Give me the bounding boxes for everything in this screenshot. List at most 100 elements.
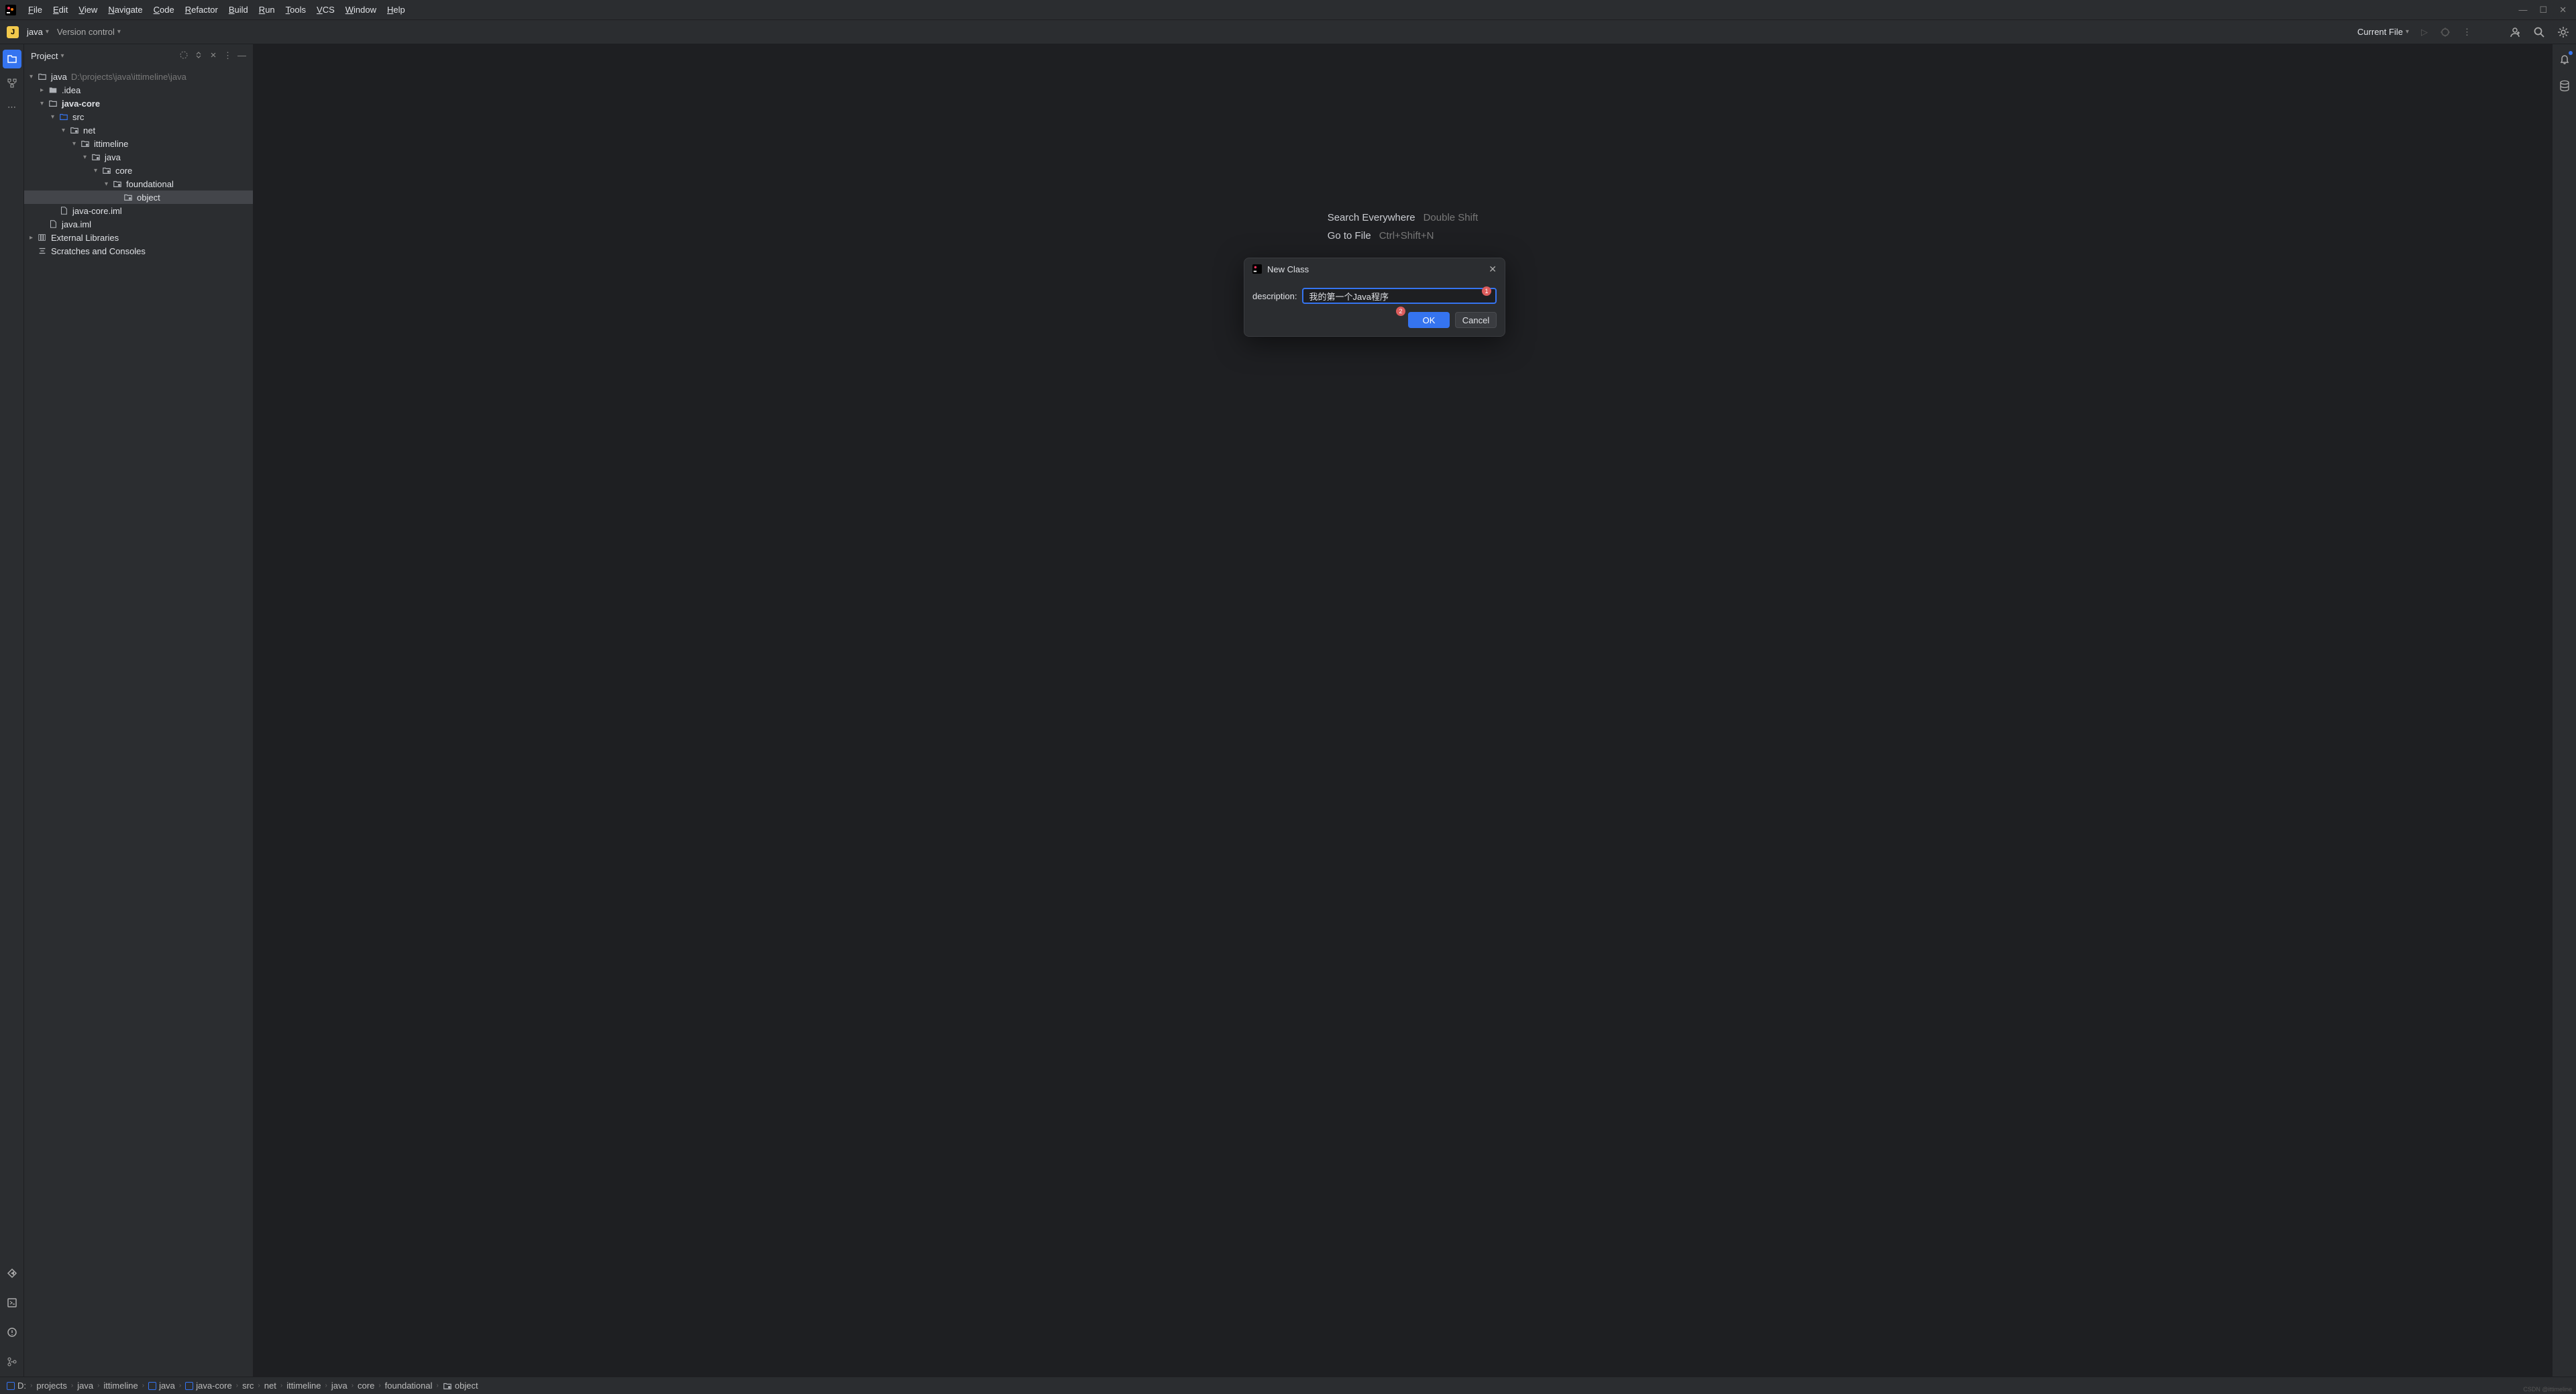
tree-arrow-icon[interactable]: ▸: [30, 234, 38, 242]
tree-item-src[interactable]: ▾src: [24, 110, 253, 123]
tree-item-java[interactable]: ▾javaD:\projects\java\ittimeline\java: [24, 70, 253, 83]
project-sidebar: Project ▾ ⋮ — ▾javaD:\projects\java\itti…: [24, 44, 254, 1377]
tree-arrow-icon[interactable]: ▸: [40, 87, 48, 94]
database-icon[interactable]: [2555, 76, 2574, 95]
tree-arrow-icon[interactable]: ▾: [105, 180, 113, 188]
chevron-down-icon: ▾: [46, 28, 49, 36]
breadcrumb-item[interactable]: net: [264, 1381, 276, 1391]
breadcrumb-item[interactable]: java: [148, 1381, 175, 1391]
hide-sidebar-icon[interactable]: —: [237, 50, 246, 61]
ok-button[interactable]: OK: [1408, 312, 1450, 328]
services-tool-button[interactable]: [3, 1264, 21, 1283]
breadcrumb-item[interactable]: java-core: [185, 1381, 231, 1391]
vcs-tool-button[interactable]: [3, 1352, 21, 1371]
menu-window[interactable]: Window: [340, 2, 382, 17]
tree-item-object[interactable]: object: [24, 191, 253, 204]
dialog-close-icon[interactable]: ✕: [1489, 264, 1497, 275]
settings-icon[interactable]: [2557, 26, 2569, 38]
problems-tool-button[interactable]: [3, 1323, 21, 1342]
chevron-right-icon: ›: [97, 1382, 99, 1389]
breadcrumb-item[interactable]: D:: [7, 1381, 26, 1391]
collapse-all-icon[interactable]: [209, 50, 218, 61]
menu-run[interactable]: Run: [254, 2, 280, 17]
tree-item-label: net: [83, 125, 95, 136]
sidebar-more-icon[interactable]: ⋮: [223, 50, 232, 61]
editor-area: Search Everywhere Double Shift Go to Fil…: [254, 44, 2552, 1377]
tree-item-core[interactable]: ▾core: [24, 164, 253, 177]
breadcrumb-item[interactable]: ittimeline: [103, 1381, 138, 1391]
search-icon[interactable]: [2533, 26, 2545, 38]
tree-item-java[interactable]: ▾java: [24, 150, 253, 164]
minimize-icon[interactable]: —: [2518, 5, 2527, 15]
menu-help[interactable]: Help: [382, 2, 411, 17]
tree-arrow-icon[interactable]: ▾: [51, 113, 59, 121]
version-control-button[interactable]: Version control ▾: [57, 27, 121, 37]
breadcrumb-label: projects: [36, 1381, 67, 1391]
tree-arrow-icon[interactable]: ▾: [62, 127, 70, 134]
breadcrumb-item[interactable]: object: [443, 1381, 478, 1391]
breadcrumb-label: net: [264, 1381, 276, 1391]
chevron-right-icon: ›: [258, 1382, 260, 1389]
terminal-tool-button[interactable]: [3, 1293, 21, 1312]
menu-view[interactable]: View: [73, 2, 103, 17]
tree-item-External Libraries[interactable]: ▸External Libraries: [24, 231, 253, 244]
module-icon: [148, 1382, 156, 1390]
menu-file[interactable]: File: [23, 2, 48, 17]
code-with-me-icon[interactable]: [2509, 26, 2521, 38]
expand-all-icon[interactable]: [194, 50, 203, 61]
tree-item-.idea[interactable]: ▸.idea: [24, 83, 253, 97]
tree-item-java-core.iml[interactable]: java-core.iml: [24, 204, 253, 217]
breadcrumb-item[interactable]: core: [358, 1381, 374, 1391]
maximize-icon[interactable]: ☐: [2539, 5, 2547, 15]
breadcrumb-item[interactable]: java: [77, 1381, 93, 1391]
breadcrumb-item[interactable]: java: [331, 1381, 347, 1391]
project-tree[interactable]: ▾javaD:\projects\java\ittimeline\java▸.i…: [24, 67, 253, 1377]
menu-tools[interactable]: Tools: [280, 2, 311, 17]
run-config-selector[interactable]: Current File ▾: [2357, 27, 2409, 37]
tree-arrow-icon[interactable]: ▾: [83, 154, 91, 161]
chevron-right-icon: ›: [179, 1382, 181, 1389]
tree-item-label: foundational: [126, 179, 174, 189]
breadcrumb-item[interactable]: projects: [36, 1381, 67, 1391]
debug-icon[interactable]: [2440, 27, 2451, 38]
run-icon[interactable]: ▷: [2421, 27, 2428, 38]
menu-vcs[interactable]: VCS: [311, 2, 340, 17]
breadcrumb-item[interactable]: foundational: [385, 1381, 433, 1391]
cancel-button[interactable]: Cancel: [1455, 312, 1497, 328]
project-tool-button[interactable]: [3, 50, 21, 68]
more-tool-button[interactable]: ⋯: [3, 98, 21, 117]
tree-item-Scratches and Consoles[interactable]: Scratches and Consoles: [24, 244, 253, 258]
tree-arrow-icon[interactable]: ▾: [94, 167, 102, 174]
breadcrumb-label: ittimeline: [103, 1381, 138, 1391]
menu-edit[interactable]: Edit: [48, 2, 73, 17]
tree-item-java.iml[interactable]: java.iml: [24, 217, 253, 231]
project-view-selector[interactable]: Project ▾: [31, 51, 64, 61]
tree-item-label: java.iml: [62, 219, 91, 229]
tree-arrow-icon[interactable]: ▾: [72, 140, 80, 148]
select-opened-file-icon[interactable]: [179, 50, 189, 61]
menu-navigate[interactable]: Navigate: [103, 2, 148, 17]
close-icon[interactable]: ✕: [2559, 5, 2567, 15]
file-icon: [48, 219, 59, 229]
breadcrumb-item[interactable]: src: [242, 1381, 254, 1391]
package-icon: [113, 179, 123, 189]
breadcrumb-label: java: [159, 1381, 175, 1391]
breadcrumb-label: java: [77, 1381, 93, 1391]
tree-item-net[interactable]: ▾ net: [24, 123, 253, 137]
tree-item-foundational[interactable]: ▾ foundational: [24, 177, 253, 191]
menu-build[interactable]: Build: [223, 2, 254, 17]
menu-refactor[interactable]: Refactor: [180, 2, 223, 17]
breadcrumb-item[interactable]: ittimeline: [286, 1381, 321, 1391]
tree-item-java-core[interactable]: ▾java-core: [24, 97, 253, 110]
chevron-right-icon: ›: [71, 1382, 73, 1389]
tree-arrow-icon[interactable]: ▾: [40, 100, 48, 107]
description-input[interactable]: [1302, 288, 1497, 304]
tree-arrow-icon[interactable]: ▾: [30, 73, 38, 81]
notifications-icon[interactable]: [2555, 50, 2574, 68]
chevron-down-icon: ▾: [60, 52, 64, 60]
more-icon[interactable]: ⋮: [2463, 27, 2471, 38]
tree-item-ittimeline[interactable]: ▾ittimeline: [24, 137, 253, 150]
project-selector[interactable]: java ▾: [27, 27, 49, 37]
structure-tool-button[interactable]: [3, 74, 21, 93]
menu-code[interactable]: Code: [148, 2, 180, 17]
